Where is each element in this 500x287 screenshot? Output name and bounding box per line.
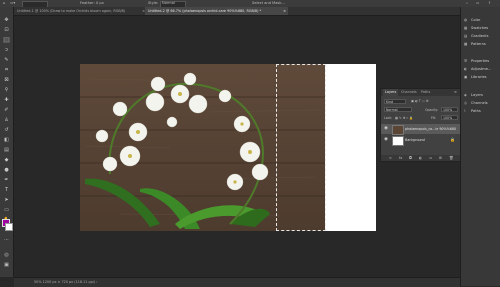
feather-input[interactable]: 0 px — [96, 1, 104, 5]
tab-layers[interactable]: Layers — [383, 89, 399, 96]
dock-item-channels[interactable]: ◎ Channels — [464, 99, 500, 107]
healing-brush-icon[interactable]: ✚ — [3, 97, 10, 103]
layer-name: phalaenopsis_ca...ie 90%%680 — [405, 127, 457, 131]
move-tool-icon[interactable]: ✥ — [3, 17, 10, 23]
dock-item-gradients[interactable]: ▤ Gradients — [464, 32, 500, 40]
screen-mode-icon[interactable]: ▣ — [3, 262, 10, 268]
workspace-icon[interactable]: ▭ — [476, 1, 479, 5]
dock-item-adjustments[interactable]: ◐ Adjustme... — [464, 65, 500, 73]
style-label: Style: — [148, 1, 159, 5]
layer-name: Background — [405, 138, 425, 142]
share-icon[interactable]: ⇪ — [488, 1, 491, 5]
dock-item-color[interactable]: ◍ Color — [464, 16, 500, 24]
layer-thumbnail — [392, 136, 404, 146]
dock-item-swatches[interactable]: ▦ Swatches — [464, 24, 500, 32]
tab-untitled-1[interactable]: Untitled-1 @ 100% (Draw to make Orchids … — [14, 7, 147, 15]
blur-tool-icon[interactable]: ◆ — [3, 157, 10, 163]
panel-menu-icon[interactable]: ≡ — [454, 89, 457, 96]
lasso-tool-icon[interactable]: ↄ — [3, 47, 10, 53]
filter-icons[interactable]: ▣ ◐ T ▭ ⚙ — [411, 99, 429, 103]
dock-item-patterns[interactable]: ▩ Patterns — [464, 40, 500, 48]
tab-channels[interactable]: Channels — [401, 89, 417, 96]
dock-item-libraries[interactable]: ▣ Libraries — [464, 73, 500, 81]
marquee-tool-icon[interactable]: ▭▾ — [10, 1, 15, 5]
pen-tool-icon[interactable]: ✒ — [3, 177, 10, 183]
shape-tool-icon[interactable]: ▭ — [3, 207, 10, 213]
opacity-label: Opacity: — [425, 108, 439, 112]
style-select-value: Normal — [162, 1, 176, 5]
eyedropper-tool-icon[interactable]: ⚲ — [3, 87, 10, 93]
marquee-tool-icon[interactable]: ⬚ — [3, 37, 10, 43]
edit-toolbar-icon[interactable]: ⋯ — [3, 237, 10, 243]
feather-label: Feather: — [80, 1, 95, 5]
filter-kind-select[interactable]: Kind — [384, 99, 406, 104]
lock-icons[interactable]: ▦ ✎ ✥ ⌗ 🔒 — [395, 116, 413, 120]
status-text: 50% 1200 px × 720 px (118.11 ppi) › — [34, 280, 98, 284]
dock-item-paths[interactable]: ⌇ Paths — [464, 107, 500, 115]
dock-item-layers[interactable]: ◈ Layers — [464, 91, 500, 99]
adjustment-icon[interactable]: ◐ — [419, 155, 422, 161]
select-and-mask-button[interactable]: Select and Mask... — [252, 1, 285, 5]
document-tabs: Untitled-1 @ 100% (Draw to make Orchids … — [14, 7, 460, 16]
dock-item-properties[interactable]: ☰ Properties — [464, 57, 500, 65]
type-tool-icon[interactable]: T — [3, 187, 10, 193]
background-color-swatch[interactable] — [5, 223, 13, 231]
tab-label: Untitled-1 @ 100% (Draw to make Orchids … — [17, 9, 126, 13]
home-icon[interactable]: ⌂ — [3, 1, 5, 5]
opacity-input[interactable]: 100% — [441, 107, 458, 112]
fx-icon[interactable]: fx — [399, 155, 402, 161]
tools-panel: ✥ ⊡ ⬚ ↄ ✎ ⌗ ⊠ ⚲ ✚ ✐ ♙ ↺ ◧ ▤ ◆ ● ✒ T ➤ ▭ … — [0, 7, 14, 277]
new-layer-icon[interactable]: ⊞ — [439, 155, 442, 161]
crop-tool-icon[interactable]: ⌗ — [3, 67, 10, 73]
layer-row[interactable]: ◉ Background 🔒 — [381, 135, 461, 146]
eye-icon[interactable]: ◉ — [384, 137, 388, 142]
eraser-tool-icon[interactable]: ◧ — [3, 137, 10, 143]
layers-panel: Layers Channels Paths ≡ Kind ▣ ◐ T ▭ ⚙ N… — [380, 88, 462, 162]
close-icon[interactable]: × — [283, 7, 286, 15]
fill-input[interactable]: 100% — [441, 115, 458, 120]
dodge-tool-icon[interactable]: ● — [3, 167, 10, 173]
lock-label: Lock: — [384, 116, 393, 120]
quick-mask-icon[interactable]: ◎ — [3, 252, 10, 258]
eye-icon[interactable]: ◉ — [384, 126, 388, 131]
gradient-tool-icon[interactable]: ▤ — [3, 147, 10, 153]
frame-tool-icon[interactable]: ⊠ — [3, 77, 10, 83]
selection-marquee[interactable] — [276, 64, 326, 231]
trash-icon[interactable]: 🗑 — [449, 155, 454, 161]
search-icon[interactable]: ⌕ — [466, 1, 468, 5]
layers-panel-footer: ∞ fx ◘ ◐ ▭ ⊞ 🗑 — [381, 155, 461, 161]
artboard-tool-icon[interactable]: ⊡ — [3, 27, 10, 33]
stamp-tool-icon[interactable]: ♙ — [3, 117, 10, 123]
panel-dock: ◍ Color ▦ Swatches ▤ Gradients ▩ Patterns ☰ P… — [460, 7, 500, 286]
path-select-icon[interactable]: ➤ — [3, 197, 10, 203]
mask-icon[interactable]: ◘ — [409, 155, 412, 161]
layers-panel-tabs: Layers Channels Paths ≡ — [381, 89, 461, 96]
tab-untitled-2[interactable]: Untitled-2 @ 66.7% (phalaenopsis orchid-… — [145, 7, 288, 15]
group-icon[interactable]: ▭ — [429, 155, 432, 161]
link-icon[interactable]: ∞ — [389, 155, 392, 161]
blend-mode-select[interactable]: Normal — [384, 107, 412, 112]
quick-select-tool-icon[interactable]: ✎ — [3, 57, 10, 63]
lock-icon: 🔒 — [450, 137, 455, 142]
brush-tool-icon[interactable]: ✐ — [3, 107, 10, 113]
document-canvas[interactable] — [80, 64, 376, 231]
tab-label: Untitled-2 @ 66.7% (phalaenopsis orchid-… — [148, 9, 262, 13]
tab-paths[interactable]: Paths — [421, 89, 430, 96]
fill-label: Fill: — [431, 116, 437, 120]
history-brush-icon[interactable]: ↺ — [3, 127, 10, 133]
layer-thumbnail — [392, 125, 404, 135]
layer-row[interactable]: ◉ phalaenopsis_ca...ie 90%%680 — [381, 124, 461, 135]
